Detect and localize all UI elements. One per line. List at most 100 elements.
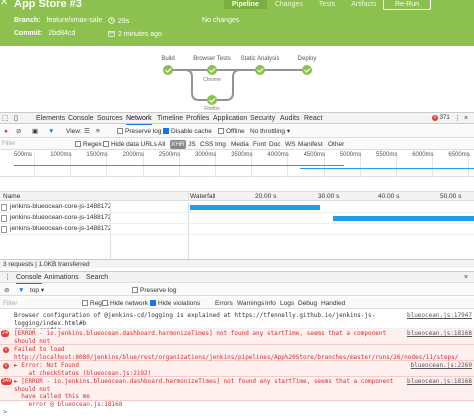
stage-node-deploy[interactable] bbox=[302, 65, 312, 75]
view-label: View: bbox=[66, 128, 82, 135]
level-info[interactable]: Info bbox=[265, 299, 276, 308]
type-manifest[interactable]: Manifest bbox=[297, 140, 324, 149]
context-select[interactable]: top ▾ bbox=[30, 286, 44, 295]
preserve-log-checkbox[interactable]: Preserve log bbox=[117, 127, 162, 136]
log-source-link[interactable]: blueocean.js:18168 bbox=[407, 330, 472, 338]
tab-console[interactable]: Console bbox=[68, 114, 94, 124]
repeat-count-badge: 24 bbox=[1, 330, 10, 337]
view-list-icon[interactable]: ☰ bbox=[84, 127, 90, 136]
chevron-down-icon: ▾ bbox=[40, 287, 45, 294]
tab-tests[interactable]: Tests bbox=[311, 0, 343, 9]
time-ago: 2 minutes ago bbox=[108, 30, 162, 38]
type-js[interactable]: JS bbox=[187, 140, 197, 149]
type-all[interactable]: All bbox=[157, 140, 166, 149]
type-font[interactable]: Font bbox=[252, 140, 267, 149]
tab-pipeline[interactable]: Pipeline bbox=[224, 0, 267, 9]
commit-value[interactable]: 2bd84cd bbox=[48, 30, 75, 37]
view-overview-icon[interactable]: ≡ bbox=[96, 127, 100, 136]
branch-value[interactable]: feature/xmax-sale bbox=[46, 17, 102, 24]
requests-empty-area bbox=[0, 235, 474, 259]
log-source-link[interactable]: blueocean.js:17947 bbox=[407, 312, 472, 320]
console-message-error: × ► Error: Not Found at checkStatus (blu… bbox=[0, 361, 474, 377]
level-debug[interactable]: Debug bbox=[298, 299, 317, 308]
type-img[interactable]: Img bbox=[214, 140, 227, 149]
rerun-button[interactable]: Re-Run bbox=[383, 0, 431, 10]
name-column-header[interactable]: Name bbox=[3, 192, 20, 201]
type-other[interactable]: Other bbox=[327, 140, 345, 149]
regex-checkbox[interactable]: Regex bbox=[74, 140, 103, 149]
disable-cache-checkbox[interactable]: Disable cache bbox=[163, 127, 212, 136]
network-overview[interactable]: 500ms 1000ms 1500ms 2000ms 2500ms 3000ms 3500m… bbox=[0, 151, 474, 177]
close-devtools-icon[interactable]: × bbox=[464, 114, 468, 124]
inspect-icon[interactable]: ⬚ bbox=[2, 114, 9, 124]
hide-network-checkbox[interactable]: Hide network bbox=[102, 299, 148, 308]
type-ws[interactable]: WS bbox=[284, 140, 296, 149]
offline-checkbox[interactable]: Offline bbox=[218, 127, 245, 136]
tab-application[interactable]: Application bbox=[213, 114, 247, 124]
error-icon: × bbox=[432, 115, 438, 121]
filter-icon[interactable]: ▼ bbox=[18, 286, 24, 295]
tab-elements[interactable]: Elements bbox=[36, 114, 65, 124]
type-xhr[interactable]: XHR bbox=[170, 140, 186, 149]
error-icon: × bbox=[3, 347, 9, 353]
tab-react[interactable]: React bbox=[304, 114, 322, 124]
console-preserve-log-checkbox[interactable]: Preserve log bbox=[132, 286, 177, 295]
type-media[interactable]: Media bbox=[230, 140, 250, 149]
record-icon[interactable]: ● bbox=[4, 127, 8, 136]
stage-node-static-analysis[interactable] bbox=[255, 65, 265, 75]
filter-input[interactable]: Filter bbox=[0, 140, 70, 149]
waterfall-column-header[interactable]: Waterfall bbox=[190, 192, 215, 201]
overview-gridline bbox=[34, 151, 35, 177]
overview-tick-label: 3000ms bbox=[195, 152, 217, 158]
console-filter-bar: Filter Regex Hide network Hide violation… bbox=[0, 297, 474, 309]
log-text[interactable]: ► Error: Not Found at checkStatus (blueo… bbox=[14, 362, 394, 377]
stage-node-build[interactable] bbox=[163, 65, 173, 75]
level-handled[interactable]: Handled bbox=[321, 299, 345, 308]
tab-artifacts[interactable]: Artifacts bbox=[343, 0, 384, 9]
level-warnings[interactable]: Warnings bbox=[237, 299, 264, 308]
log-source-link[interactable]: blueocean.js:2269 bbox=[411, 362, 472, 370]
filter-icon[interactable]: ▼ bbox=[48, 127, 54, 136]
throttling-select[interactable]: No throttling ▾ bbox=[250, 127, 290, 136]
tab-sources[interactable]: Sources bbox=[97, 114, 123, 124]
tab-timeline[interactable]: Timeline bbox=[157, 114, 183, 124]
camera-icon[interactable]: ▣ bbox=[32, 127, 38, 136]
more-icon[interactable]: ⋮ bbox=[454, 114, 461, 124]
device-toggle-icon[interactable]: ▯ bbox=[14, 114, 18, 124]
request-row[interactable]: jenkins-blueocean-core-js-1488172797... bbox=[0, 213, 474, 224]
level-errors[interactable]: Errors bbox=[215, 299, 233, 308]
console-prompt[interactable]: > bbox=[0, 408, 474, 420]
clear-console-icon[interactable]: ⊘ bbox=[4, 286, 9, 295]
drawer-menu-icon[interactable]: ⋮ bbox=[4, 273, 11, 283]
changes-text: No changes bbox=[202, 17, 240, 24]
hide-violations-checkbox[interactable]: Hide violations bbox=[150, 299, 200, 308]
log-text[interactable]: ► [ERROR - io.jenkins.blueocean.dashboar… bbox=[14, 378, 394, 408]
stage-node-chrome[interactable] bbox=[207, 65, 217, 75]
overview-request-line bbox=[300, 168, 474, 169]
request-row[interactable]: jenkins-blueocean-core-js-1488172796... bbox=[0, 202, 474, 213]
overview-request-line bbox=[14, 165, 344, 166]
type-doc[interactable]: Doc bbox=[268, 140, 282, 149]
duration: 29s bbox=[108, 17, 129, 25]
close-icon[interactable]: ✕ bbox=[0, 0, 10, 8]
overview-tick-label: 3500ms bbox=[231, 152, 253, 158]
overview-tick-label: 2500ms bbox=[158, 152, 181, 158]
tab-changes[interactable]: Changes bbox=[267, 0, 311, 9]
console-filter-input[interactable]: Filter bbox=[3, 299, 17, 308]
tab-audits[interactable]: Audits bbox=[280, 114, 299, 124]
waterfall-tick: 30.00 s bbox=[318, 193, 340, 200]
drawer-tab-search[interactable]: Search bbox=[86, 273, 108, 283]
close-drawer-icon[interactable]: × bbox=[464, 273, 468, 283]
hide-data-urls-checkbox[interactable]: Hide data URLs bbox=[102, 140, 158, 149]
error-badge[interactable]: × 371 bbox=[432, 115, 450, 121]
log-source-link[interactable]: blueocean.js:18168 bbox=[407, 378, 472, 386]
console-message-error: 24 [ERROR - io.jenkins.blueocean.dashboa… bbox=[0, 329, 474, 352]
tab-security[interactable]: Security bbox=[250, 114, 275, 124]
level-logs[interactable]: Logs bbox=[280, 299, 294, 308]
request-row[interactable]: jenkins-blueocean-core-js-1488172798... bbox=[0, 224, 474, 235]
clear-icon[interactable]: ⊘ bbox=[16, 127, 21, 136]
type-css[interactable]: CSS bbox=[199, 140, 214, 149]
drawer-tab-animations[interactable]: Animations bbox=[44, 273, 79, 283]
stage-node-firefox[interactable] bbox=[207, 95, 217, 105]
tab-profiles[interactable]: Profiles bbox=[186, 114, 209, 124]
